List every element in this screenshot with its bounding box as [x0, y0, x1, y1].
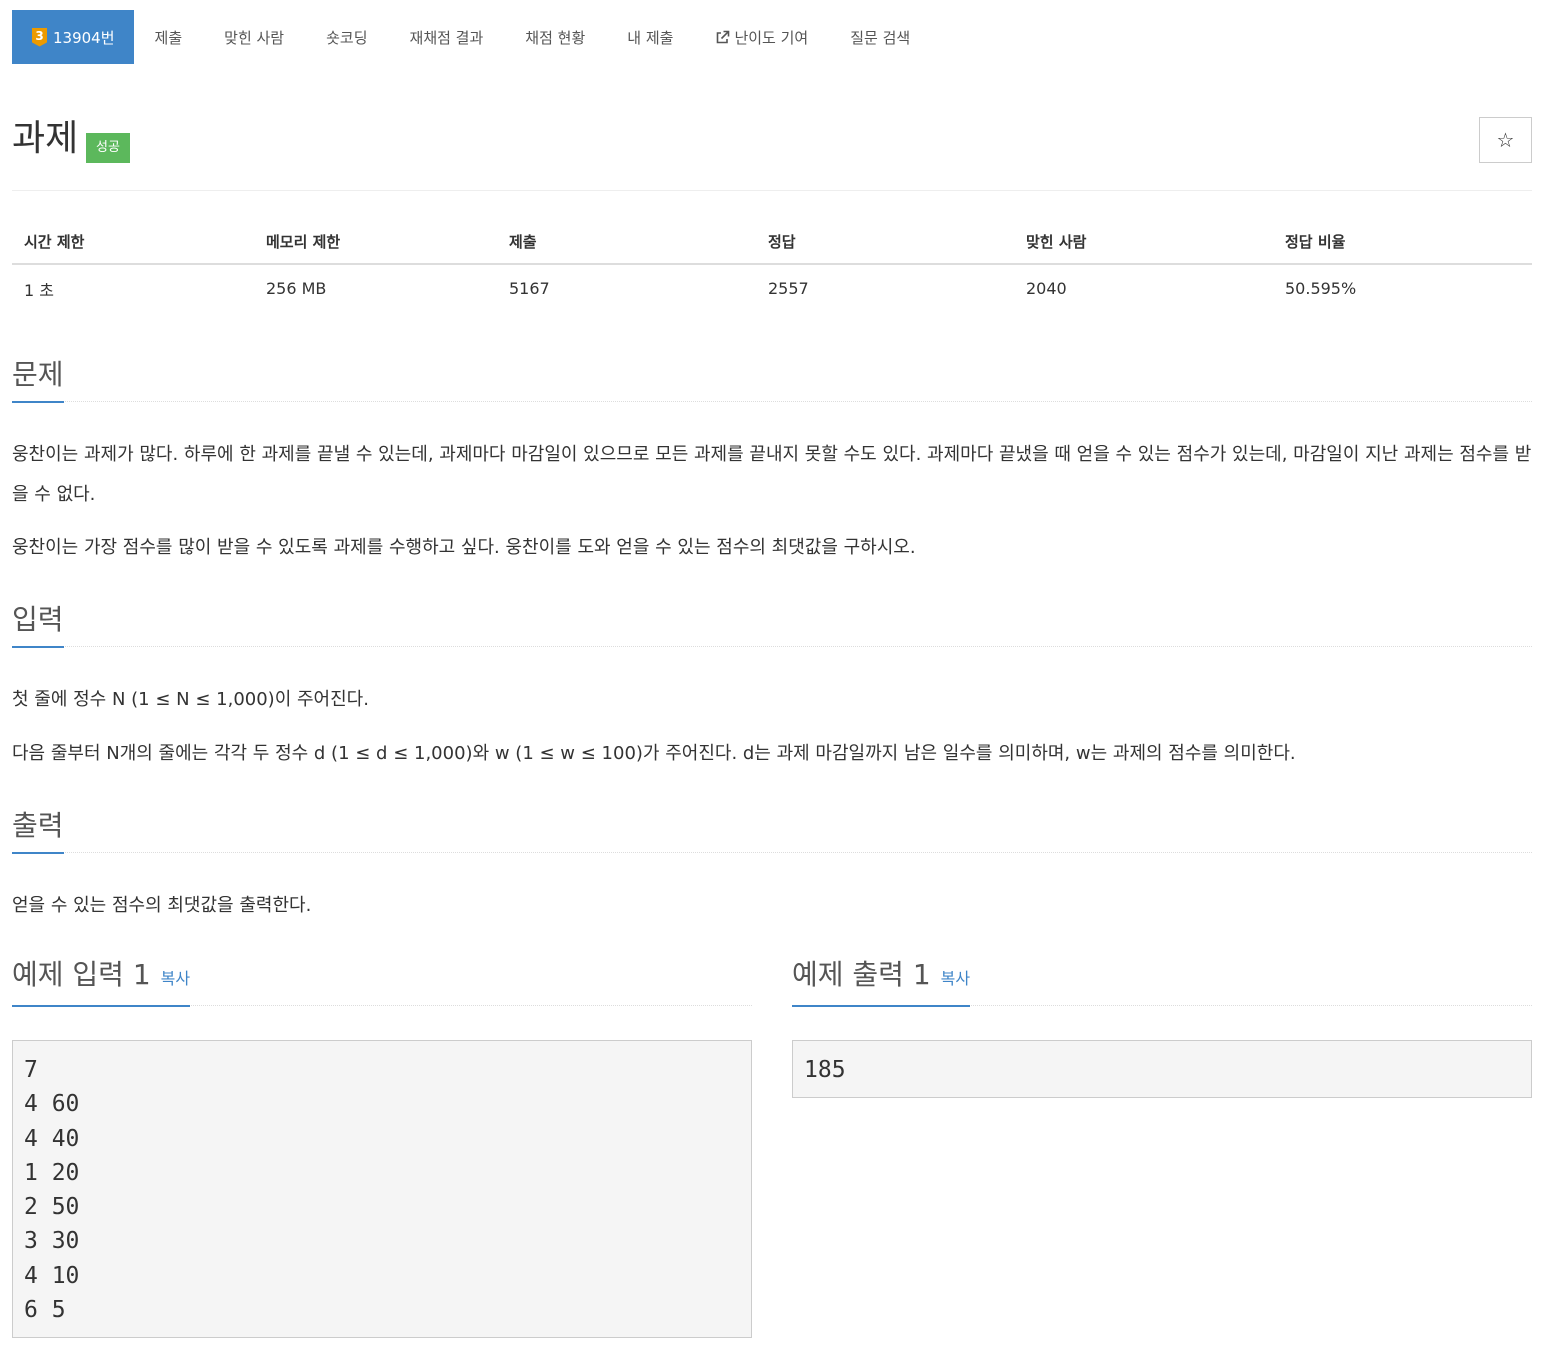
th-memory-limit: 메모리 제한	[254, 219, 497, 265]
sample-input-heading: 예제 입력 1 복사	[12, 957, 191, 1007]
th-submissions: 제출	[497, 219, 756, 265]
input-description-2: 다음 줄부터 N개의 줄에는 각각 두 정수 d (1 ≤ d ≤ 1,000)…	[12, 743, 1296, 764]
sample-input-title: 예제 입력 1	[12, 958, 151, 991]
tier-badge-icon: 3	[32, 27, 47, 47]
th-accepted: 정답	[756, 219, 1014, 265]
output-section-header: 출력	[12, 805, 1532, 854]
nav-solved-users[interactable]: 맞힌 사람	[203, 10, 305, 64]
nav-problem-tab[interactable]: 3 13904번	[12, 10, 134, 64]
info-header-row: 시간 제한 메모리 제한 제출 정답 맞힌 사람 정답 비율	[12, 219, 1532, 265]
external-link-icon	[715, 30, 730, 44]
nav-difficulty-label: 난이도 기여	[734, 28, 809, 47]
nav-question-search[interactable]: 질문 검색	[829, 10, 931, 64]
th-accept-ratio: 정답 비율	[1273, 219, 1532, 265]
nav-rejudge-result[interactable]: 재채점 결과	[389, 10, 505, 64]
problem-nav: 3 13904번 제출 맞힌 사람 숏코딩 재채점 결과 채점 현황 내 제출 …	[12, 10, 931, 64]
problem-section-header: 문제	[12, 354, 1532, 403]
td-accepted: 2557	[768, 279, 809, 298]
input-heading: 입력	[12, 602, 64, 648]
page-title: 과제	[12, 118, 79, 159]
copy-sample-input-button[interactable]: 복사	[161, 969, 190, 988]
problem-info-table: 시간 제한 메모리 제한 제출 정답 맞힌 사람 정답 비율 1 초 256 M…	[12, 219, 1532, 312]
td-accept-ratio: 50.595%	[1285, 279, 1357, 298]
problem-heading: 문제	[12, 357, 64, 403]
info-value-row: 1 초 256 MB 5167 2557 2040 50.595%	[12, 264, 1532, 312]
sample-output-box[interactable]: 185	[792, 1040, 1532, 1098]
output-description: 얻을 수 있는 점수의 최댓값을 출력한다.	[12, 895, 312, 916]
nav-submit[interactable]: 제출	[134, 10, 204, 64]
input-section-header: 입력	[12, 599, 1532, 648]
status-badge: 성공	[86, 133, 130, 163]
nav-short-coding[interactable]: 숏코딩	[305, 10, 388, 64]
star-button[interactable]: ☆	[1479, 117, 1532, 163]
sample-output-heading: 예제 출력 1 복사	[792, 957, 971, 1007]
title-row: 과제 성공 ☆	[12, 117, 1532, 191]
star-icon: ☆	[1496, 128, 1515, 152]
td-time-limit: 1 초	[24, 280, 54, 300]
td-memory-limit: 256 MB	[266, 279, 327, 298]
td-submissions: 5167	[509, 279, 550, 298]
sample-output-title: 예제 출력 1	[792, 958, 931, 991]
problem-description-2: 웅찬이는 가장 점수를 많이 받을 수 있도록 과제를 수행하고 싶다. 웅찬이…	[12, 537, 916, 558]
sample-output-header: 예제 출력 1 복사	[792, 956, 1532, 1007]
input-description-1: 첫 줄에 정수 N (1 ≤ N ≤ 1,000)이 주어진다.	[12, 689, 369, 710]
output-heading: 출력	[12, 808, 64, 854]
th-solved-users: 맞힌 사람	[1014, 219, 1273, 265]
copy-sample-output-button[interactable]: 복사	[941, 969, 970, 988]
sample-input-header: 예제 입력 1 복사	[12, 956, 752, 1007]
nav-status[interactable]: 채점 현황	[504, 10, 606, 64]
td-solved-users: 2040	[1026, 279, 1067, 298]
nav-difficulty-contribute[interactable]: 난이도 기여	[694, 10, 829, 64]
problem-id: 13904번	[53, 28, 115, 47]
problem-description-1: 웅찬이는 과제가 많다. 하루에 한 과제를 끝낼 수 있는데, 과제마다 마감…	[12, 444, 1532, 505]
sample-input-box[interactable]: 7 4 60 4 40 1 20 2 50 3 30 4 10 6 5	[12, 1040, 752, 1338]
nav-my-submissions[interactable]: 내 제출	[606, 10, 694, 64]
th-time-limit: 시간 제한	[12, 219, 254, 265]
